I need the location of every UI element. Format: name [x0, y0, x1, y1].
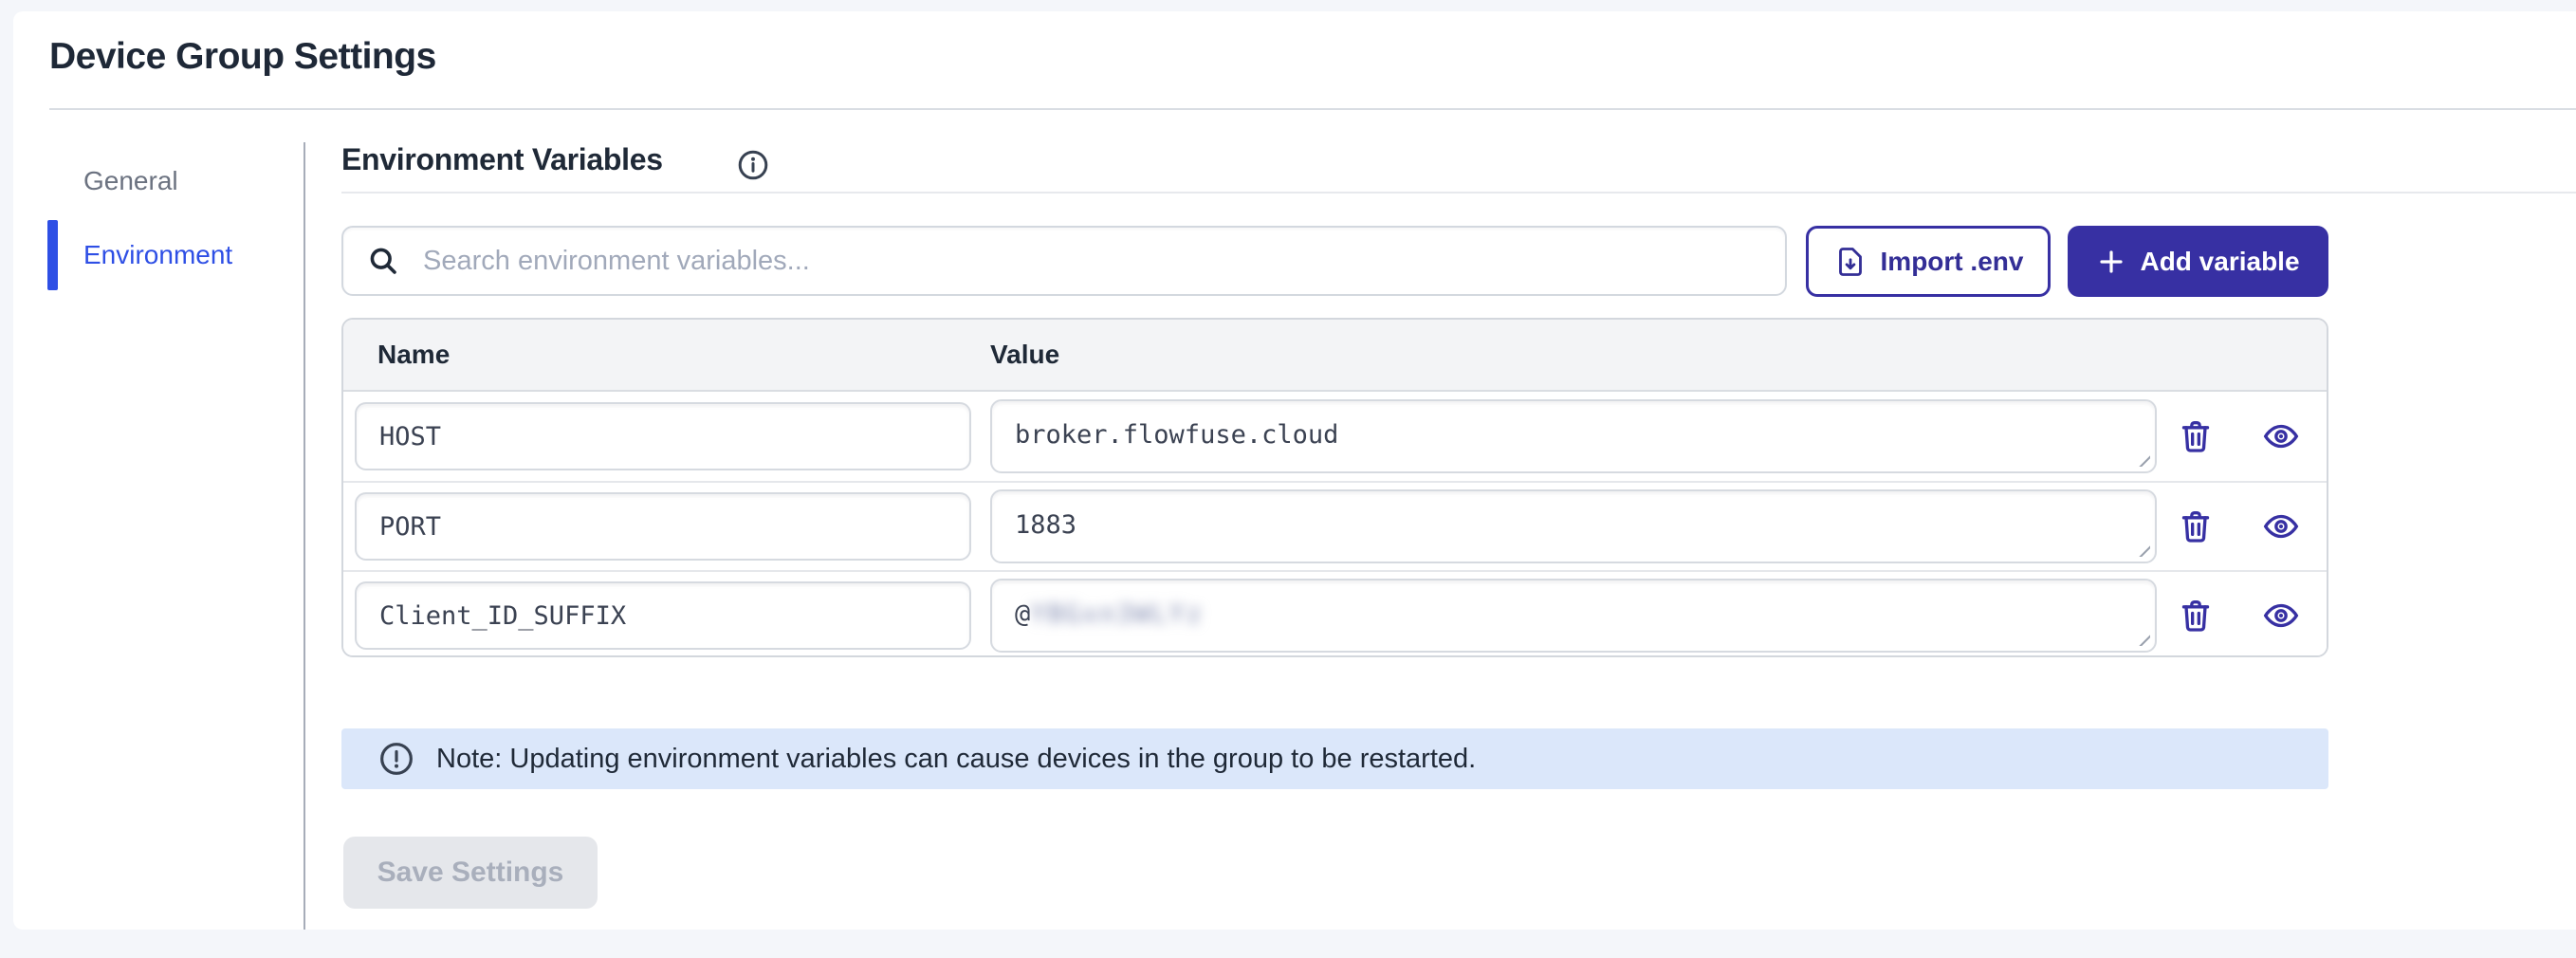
section-heading: Environment Variables [341, 142, 663, 177]
reveal-value-button[interactable] [2260, 415, 2302, 457]
add-variable-label: Add variable [2140, 247, 2299, 277]
import-env-label: Import .env [1881, 247, 2024, 277]
variable-value-textarea[interactable]: 1883 [990, 489, 2157, 563]
table-row: @YBGxn3WLYz [343, 570, 2327, 657]
table-row: 1883 [343, 481, 2327, 570]
row-actions [2175, 506, 2302, 547]
variable-name-input[interactable] [355, 581, 971, 650]
table-row: broker.flowfuse.cloud [343, 392, 2327, 481]
sidebar-item-label: General [83, 166, 178, 196]
delete-variable-button[interactable] [2175, 506, 2217, 547]
sidebar-item-label: Environment [83, 240, 232, 270]
search-input[interactable] [421, 245, 1762, 278]
trash-icon [2177, 597, 2215, 635]
eye-icon [2262, 417, 2300, 455]
active-tab-indicator [47, 220, 58, 290]
eye-icon [2262, 597, 2300, 635]
add-variable-button[interactable]: Add variable [2068, 226, 2328, 297]
row-actions [2175, 415, 2302, 457]
info-circle-icon[interactable] [736, 148, 770, 182]
column-header-name: Name [343, 340, 990, 370]
eye-icon [2262, 507, 2300, 545]
document-arrow-down-icon [1833, 245, 1868, 279]
delete-variable-button[interactable] [2175, 595, 2217, 636]
title-divider [49, 108, 2576, 110]
resize-handle-icon[interactable] [2136, 632, 2150, 646]
variable-value-blurred: YBGxn3WLYz [1030, 599, 1204, 629]
alert-circle-icon [377, 740, 415, 778]
search-icon [366, 244, 400, 278]
settings-panel: Device Group Settings General Environmen… [13, 11, 2576, 930]
variable-value-prefix: @ [1015, 599, 1030, 629]
variable-name-input[interactable] [355, 402, 971, 470]
sidebar-item-general[interactable]: General [47, 144, 305, 218]
page-title: Device Group Settings [49, 36, 436, 78]
variable-value-textarea[interactable]: broker.flowfuse.cloud [990, 399, 2157, 473]
trash-icon [2177, 417, 2215, 455]
table-body: broker.flowfuse.cloud [343, 392, 2327, 657]
table-header: Name Value [343, 320, 2327, 392]
delete-variable-button[interactable] [2175, 415, 2217, 457]
sidebar-divider [304, 142, 305, 930]
env-variables-table: Name Value broker.flowfuse.cloud [341, 318, 2328, 657]
note-text: Note: Updating environment variables can… [436, 744, 1476, 775]
variable-value-textarea[interactable]: @YBGxn3WLYz [990, 579, 2157, 653]
resize-handle-icon[interactable] [2136, 543, 2150, 557]
save-settings-button[interactable]: Save Settings [343, 837, 598, 909]
reveal-value-button[interactable] [2260, 595, 2302, 636]
variable-value-text: 1883 [1015, 510, 1076, 540]
import-env-button[interactable]: Import .env [1806, 226, 2051, 297]
trash-icon [2177, 507, 2215, 545]
resize-handle-icon[interactable] [2136, 452, 2150, 467]
row-actions [2175, 595, 2302, 636]
heading-divider [341, 192, 2576, 193]
sidebar-item-environment[interactable]: Environment [47, 218, 305, 292]
plus-icon [2096, 247, 2126, 277]
reveal-value-button[interactable] [2260, 506, 2302, 547]
search-box [341, 226, 1787, 296]
variable-value-text: broker.flowfuse.cloud [1015, 420, 1338, 450]
column-header-value: Value [990, 340, 1059, 370]
variable-name-input[interactable] [355, 492, 971, 561]
note-banner: Note: Updating environment variables can… [341, 728, 2328, 789]
